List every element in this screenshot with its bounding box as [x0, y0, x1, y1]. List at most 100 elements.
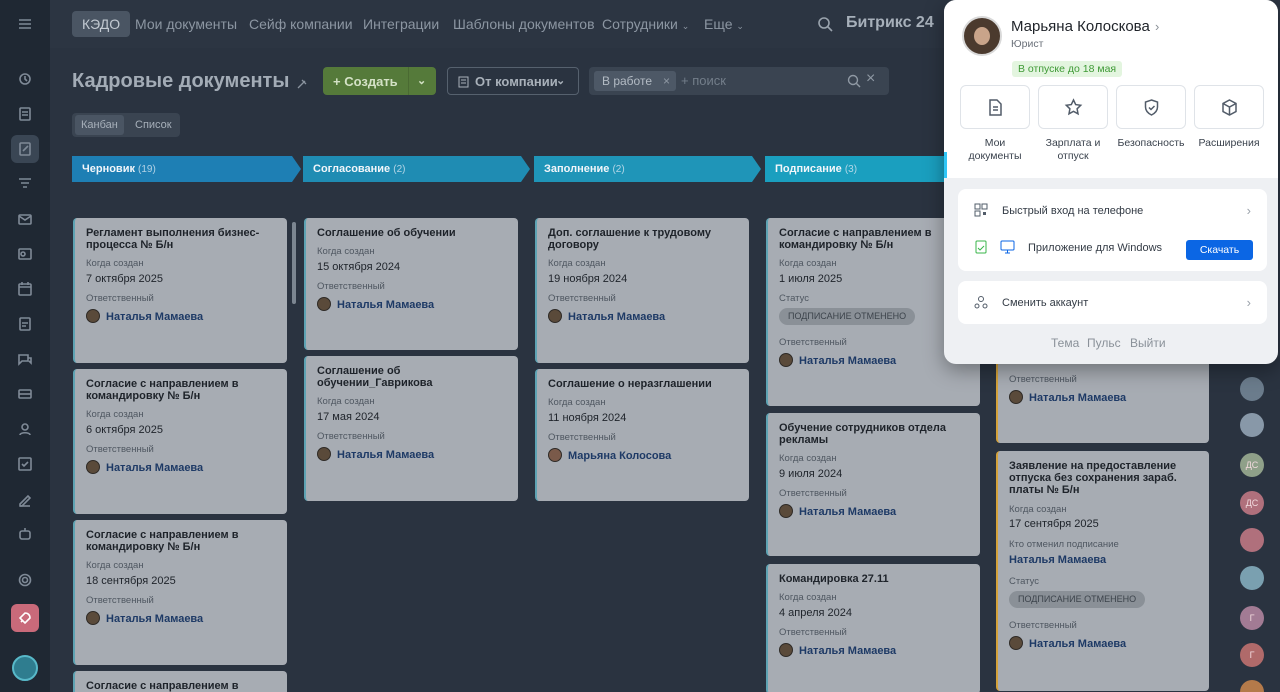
checkbox-icon[interactable] [11, 450, 39, 478]
avatar[interactable]: Г [1240, 643, 1264, 667]
avatar[interactable] [962, 16, 1002, 56]
responsible-person[interactable]: Наталья Мамаева [779, 353, 896, 367]
responsible-person[interactable]: Наталья Мамаева [779, 504, 896, 518]
tile-extensions[interactable] [1194, 85, 1264, 129]
tab-kanban[interactable]: Канбан [75, 115, 124, 135]
responsible-person[interactable]: Наталья Мамаева [548, 309, 665, 323]
avatar [779, 643, 793, 657]
avatar[interactable] [1240, 528, 1264, 552]
quick-login-link[interactable]: Быстрый вход на телефоне [1002, 205, 1143, 217]
column-header[interactable]: Черновик (19) [72, 156, 301, 182]
nav-my-documents[interactable]: Мои документы [135, 11, 237, 37]
responsible-person[interactable]: Наталья Мамаева [1009, 390, 1126, 404]
document-card[interactable]: Ответственный Наталья Мамаева [996, 360, 1209, 443]
avatar[interactable]: ДС [1240, 453, 1264, 477]
switch-account-block[interactable]: Сменить аккаунт › [958, 281, 1267, 324]
chevron-right-icon[interactable]: › [1247, 203, 1251, 218]
person-name: Наталья Мамаева [106, 613, 204, 625]
user-name[interactable]: Марьяна Колоскова [1011, 18, 1150, 35]
responsible-person[interactable]: Наталья Мамаева [317, 447, 434, 461]
user-avatar[interactable] [12, 655, 38, 681]
contacts-icon[interactable] [11, 240, 39, 268]
responsible-person[interactable]: Наталья Мамаева [1009, 636, 1126, 650]
document-card[interactable]: Соглашение об обучении_Гаврикова Когда с… [304, 356, 518, 501]
robot-icon[interactable] [11, 520, 39, 548]
vacation-badge: В отпуске до 18 мая [1012, 61, 1123, 77]
create-button[interactable]: + Создать ⌄ [323, 67, 436, 95]
document-icon[interactable] [11, 310, 39, 338]
avatar[interactable] [1240, 680, 1264, 692]
company-filter[interactable]: От компании ⌄ [447, 67, 579, 95]
pulse-link[interactable]: Пульс [1087, 336, 1121, 350]
column-scrollbar[interactable] [292, 222, 296, 304]
brand-logo: Битрикс 24 [846, 14, 934, 31]
avatar[interactable] [1240, 377, 1264, 401]
document-card[interactable]: Согласие с направлением в командировку №… [73, 520, 287, 665]
document-card[interactable]: Соглашение о неразглашении Когда создан … [535, 369, 749, 501]
responsible-label: Ответственный [86, 293, 154, 304]
tile-my-documents[interactable] [960, 85, 1030, 129]
avatar[interactable] [1240, 413, 1264, 437]
chevron-right-icon[interactable]: › [1155, 19, 1159, 34]
document-card[interactable]: Согласие с направлением в командировку №… [73, 369, 287, 514]
search-input[interactable]: В работе × + поиск × [589, 67, 889, 95]
responsible-person[interactable]: Наталья Мамаева [86, 611, 203, 625]
pin-icon[interactable] [296, 78, 308, 90]
responsible-person[interactable]: Наталья Мамаева [317, 297, 434, 311]
document-card[interactable]: Доп. соглашение к трудовому договору Ког… [535, 218, 749, 363]
mail-icon[interactable] [11, 205, 39, 233]
person-name: Наталья Мамаева [799, 506, 897, 518]
nav-company-safe[interactable]: Сейф компании [249, 11, 353, 37]
document-card[interactable]: Соглашение об обучении Когда создан 15 о… [304, 218, 518, 350]
document-card[interactable]: Регламент выполнения бизнес-процесса № Б… [73, 218, 287, 363]
document-card[interactable]: Согласие с направлением в [73, 671, 287, 692]
avatar [779, 353, 793, 367]
nav-kedo[interactable]: КЭДО [72, 11, 131, 37]
chat-icon[interactable] [11, 345, 39, 373]
filter-chip[interactable]: В работе × [594, 71, 676, 91]
tile-salary-vacation[interactable] [1038, 85, 1108, 129]
column-header[interactable]: Согласование (2) [303, 156, 530, 182]
calendar-icon[interactable] [11, 275, 39, 303]
tab-list[interactable]: Список [129, 115, 178, 135]
search-icon[interactable] [817, 16, 833, 32]
document-card[interactable]: Командировка 27.11 Когда создан 4 апреля… [766, 564, 980, 692]
tile-security[interactable] [1116, 85, 1186, 129]
responsible-person[interactable]: Наталья Мамаева [86, 309, 203, 323]
document-card[interactable]: Заявление на предоставление отпуска без … [996, 451, 1209, 691]
nav-employees[interactable]: Сотрудники ⌄ [602, 11, 689, 37]
responsible-person[interactable]: Марьяна Колосова [548, 448, 671, 462]
download-button[interactable]: Скачать [1186, 240, 1253, 260]
close-icon[interactable]: × [663, 71, 670, 91]
clear-icon[interactable]: × [866, 70, 875, 88]
avatar [548, 448, 562, 462]
chevron-down-icon[interactable]: ⌄ [417, 74, 426, 87]
nav-more[interactable]: Еще ⌄ [704, 11, 744, 37]
menu-icon[interactable] [11, 10, 39, 38]
responsible-person[interactable]: Наталья Мамаева [86, 460, 203, 474]
created-date: 18 сентября 2025 [86, 575, 176, 587]
avatar[interactable]: Г [1240, 606, 1264, 630]
settings-icon[interactable] [11, 566, 39, 594]
nav-templates[interactable]: Шаблоны документов [453, 11, 595, 37]
sign-icon[interactable] [11, 485, 39, 513]
search-icon[interactable] [847, 74, 861, 88]
avatar[interactable]: ДС [1240, 491, 1264, 515]
feed-icon[interactable] [11, 65, 39, 93]
tasks-icon[interactable] [11, 100, 39, 128]
logout-link[interactable]: Выйти [1130, 336, 1166, 350]
column-header[interactable]: Заполнение (2) [534, 156, 761, 182]
storage-icon[interactable] [11, 380, 39, 408]
cancelled-by-person[interactable]: Наталья Мамаева [1009, 554, 1106, 566]
avatar[interactable] [1240, 566, 1264, 590]
rocket-icon[interactable] [11, 604, 39, 632]
theme-link[interactable]: Тема [1051, 336, 1079, 350]
responsible-person[interactable]: Наталья Мамаева [779, 643, 896, 657]
users-icon[interactable] [11, 415, 39, 443]
nav-integrations[interactable]: Интеграции [363, 11, 439, 37]
document-card[interactable]: Обучение сотрудников отдела рекламы Когд… [766, 413, 980, 556]
card-title: Соглашение об обучении_Гаврикова [317, 365, 433, 389]
hr-documents-icon[interactable] [11, 135, 39, 163]
funnel-icon[interactable] [11, 170, 39, 198]
column-header[interactable]: Подписание (3) [765, 156, 954, 182]
